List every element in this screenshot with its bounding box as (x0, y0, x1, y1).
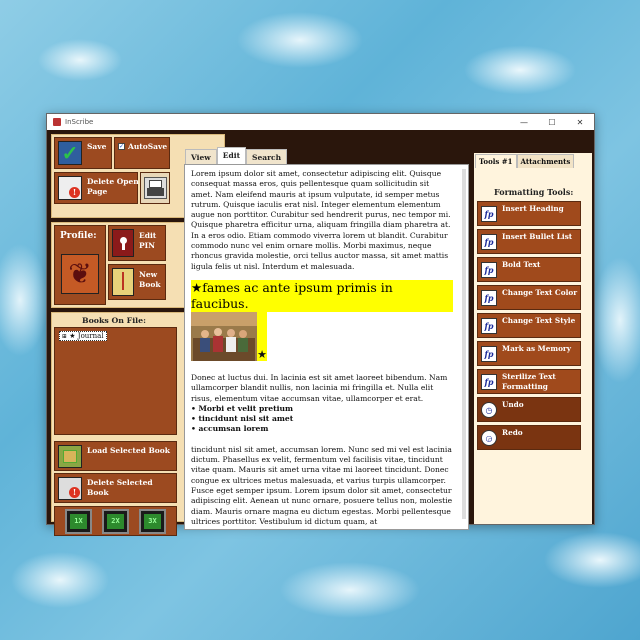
bullet-item: • accumsan lorem (191, 424, 269, 434)
photo-highlight: ★ (191, 311, 267, 361)
tab-tools-1[interactable]: Tools #1 (475, 154, 517, 168)
speed-1x-button[interactable]: 1X (65, 509, 92, 534)
undo-icon: ◷ (481, 402, 497, 418)
formatting-tools-title: Formatting Tools: (494, 187, 574, 197)
mark-as-memory-label: Mark as Memory (502, 344, 572, 353)
load-book-icon (58, 445, 82, 468)
journal-item-label: Journal (77, 332, 104, 340)
format-icon: fp (481, 262, 497, 278)
format-icon: fp (481, 234, 497, 250)
format-icon: fp (481, 346, 497, 362)
delete-open-page-label: Delete Open Page (87, 177, 139, 196)
app-icon (53, 118, 61, 126)
editor-area[interactable]: Lorem ipsum dolor sit amet, consectetur … (184, 164, 469, 530)
paragraph-3: tincidunt nisl sit amet, accumsan lorem.… (191, 444, 453, 526)
bullet-item: • Morbi et velit pretium (191, 403, 294, 413)
profile-label: Profile: (60, 231, 97, 241)
bold-text-button[interactable]: fp Bold Text (477, 257, 581, 282)
change-text-style-button[interactable]: fp Change Text Style (477, 313, 581, 338)
tab-search[interactable]: Search (246, 149, 288, 164)
format-icon: fp (481, 290, 497, 306)
speed-3x-label: 3X (144, 514, 161, 529)
tab-view[interactable]: View (185, 149, 217, 164)
autosave-toggle[interactable]: ✓ AutoSave (114, 137, 170, 169)
change-text-color-label: Change Text Color (502, 288, 578, 297)
autosave-label: AutoSave (128, 142, 168, 151)
speed-1x-label: 1X (70, 514, 87, 529)
profile-tile[interactable]: Profile: ❦ (54, 225, 106, 305)
save-button[interactable]: ✓ Save (54, 137, 112, 169)
bullet-item: • tincidunt nisl sit amet (191, 414, 294, 424)
maximize-button[interactable]: ☐ (538, 118, 566, 127)
minimize-button[interactable]: — (510, 118, 538, 127)
checkmark-icon: ✓ (58, 141, 82, 165)
format-icon: fp (481, 318, 497, 334)
books-list[interactable]: ⊞ ★ Journal (54, 327, 177, 435)
mark-as-memory-button[interactable]: fp Mark as Memory (477, 341, 581, 366)
tab-attachments[interactable]: Attachments (516, 154, 575, 168)
list-item[interactable]: ⊞ ★ Journal (59, 331, 107, 341)
new-book-label: New Book (139, 270, 161, 289)
undo-label: Undo (502, 400, 524, 409)
window-title: InScribe (65, 118, 94, 126)
speed-bar: 1X 2X 3X (54, 506, 177, 536)
paragraph-2: Donec at luctus dui. In lacinia est sit … (191, 372, 448, 403)
new-book-button[interactable]: New Book (108, 264, 166, 300)
bold-text-label: Bold Text (502, 260, 541, 269)
delete-open-page-button[interactable]: ! Delete Open Page (54, 172, 139, 204)
edit-pin-label: Edit PIN (139, 231, 157, 250)
delete-page-icon: ! (58, 176, 82, 200)
app-body: ✓ Save ✓ AutoSave ! Delete Open Page Pro… (47, 130, 594, 536)
star-icon: ★ (257, 347, 267, 361)
expand-icon[interactable]: ⊞ (62, 333, 67, 340)
edit-pin-button[interactable]: Edit PIN (108, 225, 166, 261)
delete-selected-book-button[interactable]: ! Delete Selected Book (54, 473, 177, 503)
app-window: InScribe — ☐ ✕ ✓ Save ✓ AutoSave ! Delet… (46, 113, 595, 536)
undo-button[interactable]: ◷ Undo (477, 397, 581, 422)
format-icon: fp (481, 206, 497, 222)
redo-icon: ◶ (481, 430, 497, 446)
insert-bullet-list-button[interactable]: fp Insert Bullet List (477, 229, 581, 254)
insert-heading-label: Insert Heading (502, 204, 564, 213)
save-label: Save (87, 142, 107, 151)
redo-button[interactable]: ◶ Redo (477, 425, 581, 450)
speed-3x-button[interactable]: 3X (139, 509, 166, 534)
speed-2x-label: 2X (107, 514, 124, 529)
sterilize-text-formatting-button[interactable]: fp Sterilize Text Formatting (477, 369, 581, 394)
tab-edit[interactable]: Edit (216, 147, 247, 164)
title-bar: InScribe — ☐ ✕ (47, 114, 594, 130)
delete-book-icon: ! (58, 477, 82, 500)
printer-icon (144, 177, 167, 199)
paragraph-1: Lorem ipsum dolor sit amet, consectetur … (191, 169, 451, 271)
change-text-style-label: Change Text Style (502, 316, 576, 325)
keyhole-icon (112, 229, 134, 257)
star-icon: ★ (69, 332, 76, 340)
editor-scrollbar[interactable] (462, 169, 466, 519)
editor-content[interactable]: Lorem ipsum dolor sit amet, consectetur … (191, 169, 453, 527)
autosave-checkbox[interactable]: ✓ (118, 143, 125, 150)
books-on-file-label: Books On File: (82, 316, 146, 325)
print-button[interactable] (140, 172, 170, 204)
load-selected-book-label: Load Selected Book (87, 446, 170, 455)
editor-heading: ★fames ac ante ipsum primis in faucibus. (191, 279, 453, 312)
load-selected-book-button[interactable]: Load Selected Book (54, 441, 177, 471)
new-book-icon (112, 268, 134, 296)
speed-2x-button[interactable]: 2X (102, 509, 129, 534)
change-text-color-button[interactable]: fp Change Text Color (477, 285, 581, 310)
close-button[interactable]: ✕ (566, 118, 594, 127)
insert-heading-button[interactable]: fp Insert Heading (477, 201, 581, 226)
main-tabs: View Edit Search (185, 147, 288, 164)
redo-label: Redo (502, 428, 523, 437)
family-photo[interactable] (191, 311, 257, 361)
sterilize-text-formatting-label: Sterilize Text Formatting (502, 372, 556, 391)
delete-selected-book-label: Delete Selected Book (87, 478, 153, 497)
format-icon: fp (481, 374, 497, 390)
tools-tabs: Tools #1 Attachments (475, 154, 575, 168)
butterfly-icon: ❦ (61, 254, 99, 294)
insert-bullet-list-label: Insert Bullet List (502, 232, 573, 241)
